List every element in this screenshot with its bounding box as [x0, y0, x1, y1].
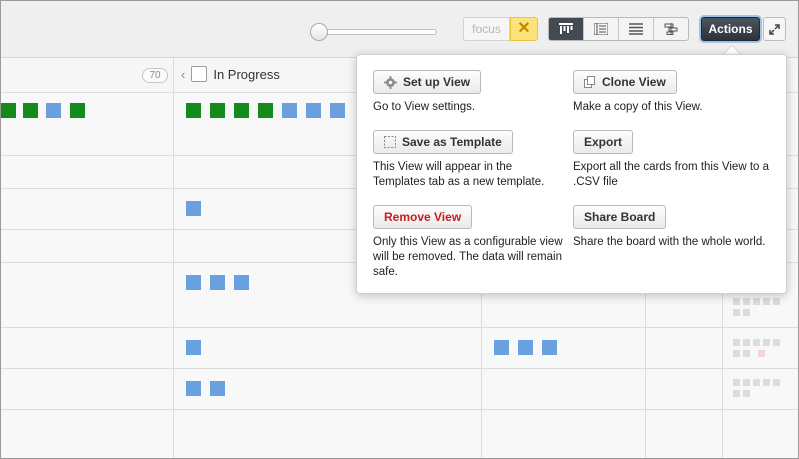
- card[interactable]: [70, 103, 85, 118]
- mini-card[interactable]: [758, 350, 765, 357]
- template-icon: [384, 136, 396, 148]
- card[interactable]: [186, 201, 201, 216]
- share-board-button[interactable]: Share Board: [573, 205, 667, 229]
- card[interactable]: [234, 275, 249, 290]
- mini-card[interactable]: [733, 379, 740, 386]
- card[interactable]: [282, 103, 297, 118]
- list-view-icon: [594, 23, 608, 35]
- card[interactable]: [210, 275, 225, 290]
- board-view-icon: [559, 23, 573, 34]
- clone-view-button[interactable]: Clone View: [573, 70, 677, 94]
- expand-icon: [769, 23, 780, 35]
- gear-icon: [384, 75, 397, 89]
- zoom-slider-handle[interactable]: [310, 23, 328, 41]
- set-up-view-button[interactable]: Set up View: [373, 70, 482, 94]
- card[interactable]: [210, 381, 225, 396]
- card[interactable]: [186, 103, 201, 118]
- card[interactable]: [258, 103, 273, 118]
- card[interactable]: [210, 103, 225, 118]
- app-window: focus ✕ Actions 70 ‹ In Progress Set up …: [0, 0, 799, 459]
- export-button[interactable]: Export: [573, 130, 634, 154]
- card[interactable]: [494, 340, 509, 355]
- card[interactable]: [542, 340, 557, 355]
- timeline-view-icon: [664, 23, 678, 35]
- card[interactable]: [1, 103, 16, 118]
- export-label: Export: [584, 135, 623, 149]
- mini-card[interactable]: [763, 339, 770, 346]
- clone-view-description: Make a copy of this View.: [573, 101, 703, 113]
- mini-card[interactable]: [743, 390, 750, 397]
- remove-view-description: Only this View as a configurable view wi…: [373, 236, 563, 278]
- share-board-label: Share Board: [584, 210, 656, 224]
- mini-card[interactable]: [773, 339, 780, 346]
- focus-clear-button[interactable]: ✕: [510, 17, 538, 41]
- clone-icon: [584, 76, 595, 88]
- board-view-button[interactable]: [549, 18, 584, 40]
- mini-card[interactable]: [743, 298, 750, 305]
- zoom-slider-track[interactable]: [317, 29, 437, 35]
- list-view-button[interactable]: [584, 18, 619, 40]
- mini-card[interactable]: [773, 379, 780, 386]
- mini-card[interactable]: [763, 379, 770, 386]
- toolbar: focus ✕ Actions: [1, 1, 798, 58]
- mini-card[interactable]: [773, 298, 780, 305]
- clone-view-label: Clone View: [602, 75, 666, 89]
- mini-card[interactable]: [743, 350, 750, 357]
- card[interactable]: [306, 103, 321, 118]
- column-divider: [173, 58, 174, 458]
- mini-card[interactable]: [733, 390, 740, 397]
- column-card-count: 70: [142, 68, 168, 83]
- share-board-description: Share the board with the whole world.: [573, 236, 766, 248]
- row-divider: [1, 327, 798, 328]
- remove-view-label: Remove View: [384, 210, 462, 224]
- mini-card[interactable]: [763, 298, 770, 305]
- focus-button[interactable]: focus: [463, 17, 510, 41]
- set-up-view-description: Go to View settings.: [373, 101, 476, 113]
- card[interactable]: [46, 103, 61, 118]
- mini-card[interactable]: [733, 298, 740, 305]
- card[interactable]: [518, 340, 533, 355]
- card[interactable]: [234, 103, 249, 118]
- mini-card[interactable]: [743, 379, 750, 386]
- mini-card[interactable]: [733, 350, 740, 357]
- card[interactable]: [186, 381, 201, 396]
- save-as-template-description: This View will appear in the Templates t…: [373, 161, 545, 188]
- actions-menu: Set up View Go to View settings. Clone V…: [356, 54, 787, 294]
- row-divider: [1, 409, 798, 410]
- mini-card[interactable]: [733, 339, 740, 346]
- card[interactable]: [330, 103, 345, 118]
- mini-card[interactable]: [743, 339, 750, 346]
- export-description: Export all the cards from this View to a…: [573, 161, 770, 188]
- table-view-button[interactable]: [619, 18, 654, 40]
- card[interactable]: [186, 340, 201, 355]
- mini-card[interactable]: [743, 309, 750, 316]
- mini-card[interactable]: [733, 309, 740, 316]
- table-view-icon: [629, 23, 643, 35]
- row-divider: [1, 368, 798, 369]
- remove-view-button[interactable]: Remove View: [373, 205, 473, 229]
- timeline-view-button[interactable]: [654, 18, 688, 40]
- mini-card[interactable]: [753, 339, 760, 346]
- actions-button[interactable]: Actions: [701, 17, 760, 41]
- column-header-in-progress[interactable]: ‹ In Progress: [181, 66, 280, 82]
- save-as-template-button[interactable]: Save as Template: [373, 130, 513, 154]
- mini-card[interactable]: [753, 298, 760, 305]
- save-as-template-label: Save as Template: [402, 135, 502, 149]
- card[interactable]: [186, 275, 201, 290]
- column-select-checkbox[interactable]: [191, 66, 208, 82]
- card[interactable]: [23, 103, 38, 118]
- chevron-left-icon[interactable]: ‹: [181, 67, 185, 82]
- column-title: In Progress: [213, 66, 280, 82]
- view-mode-switcher: [548, 17, 689, 41]
- fullscreen-button[interactable]: [763, 17, 786, 41]
- mini-card[interactable]: [753, 379, 760, 386]
- set-up-view-label: Set up View: [403, 75, 471, 89]
